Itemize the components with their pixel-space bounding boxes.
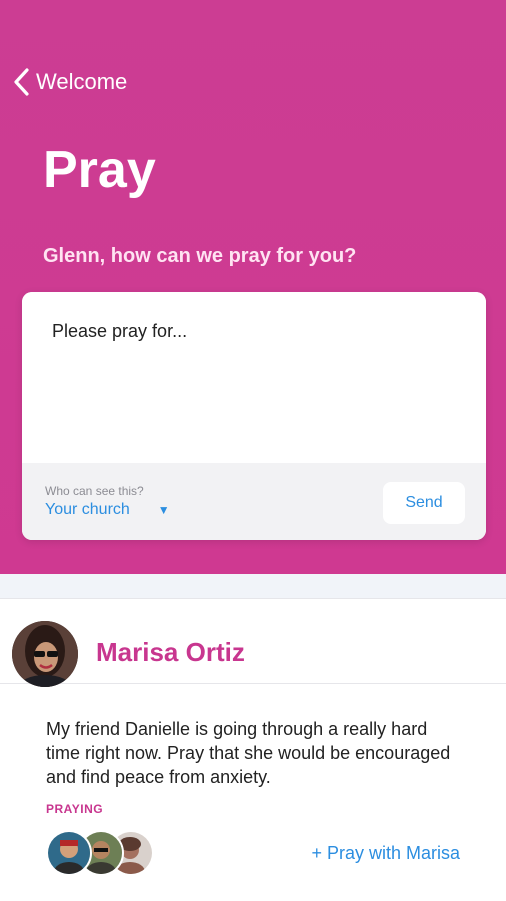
caret-down-icon: ▼ — [157, 503, 170, 517]
back-label: Welcome — [36, 69, 128, 94]
chevron-left-icon — [14, 68, 29, 96]
section-divider — [0, 574, 506, 598]
compose-footer: Who can see this? Your church ▼ Send — [22, 463, 486, 540]
post-header: Marisa Ortiz — [0, 599, 506, 687]
post-author-name[interactable]: Marisa Ortiz — [96, 637, 245, 668]
prayer-request-input[interactable] — [22, 292, 486, 462]
pray-with-button[interactable]: + Pray with Marisa — [311, 843, 460, 864]
prayer-prompt: Glenn, how can we pray for you? — [43, 245, 357, 267]
author-avatar[interactable] — [12, 621, 78, 687]
prayer-post-card: Marisa Ortiz My friend Danielle is going… — [0, 598, 506, 901]
praying-label: PRAYING — [46, 802, 104, 816]
back-button[interactable]: Welcome — [12, 66, 127, 98]
post-text: My friend Danielle is going through a re… — [46, 719, 451, 787]
compose-card: Who can see this? Your church ▼ Send — [22, 292, 486, 540]
praying-avatars[interactable] — [46, 830, 154, 876]
page-title: Pray — [43, 141, 156, 199]
visibility-value: Your church — [45, 501, 130, 518]
send-button[interactable]: Send — [383, 482, 465, 524]
visibility-label: Who can see this? — [45, 484, 144, 498]
visibility-dropdown[interactable]: Your church ▼ — [45, 501, 170, 519]
header-banner: Welcome Pray Glenn, how can we pray for … — [0, 0, 506, 574]
praying-avatar — [46, 830, 92, 876]
